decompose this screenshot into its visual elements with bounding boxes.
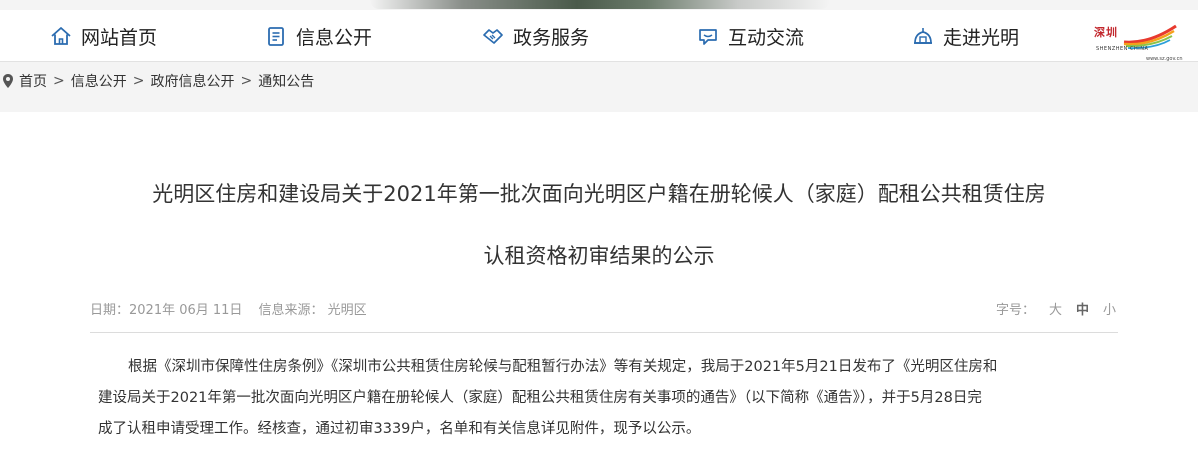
- nav-item-home[interactable]: 网站首页: [50, 22, 157, 50]
- article-title-line2: 认租资格初审结果的公示: [483, 244, 715, 268]
- article-panel: 光明区住房和建设局关于2021年第一批次面向光明区户籍在册轮候人（家庭）配租公共…: [0, 112, 1198, 452]
- breadcrumb-separator: >: [240, 73, 253, 89]
- font-size-label: 字号：: [995, 303, 1035, 318]
- nav-label: 网站首页: [81, 26, 158, 49]
- meta-divider: [90, 332, 1118, 333]
- nav-item-info[interactable]: 信息公开: [265, 22, 372, 50]
- body-paragraph-line: 成了认租申请受理工作。经核查，通过初审3339户，名单和有关信息详见附件，现予以…: [98, 421, 701, 437]
- nav-item-about[interactable]: 走进光明: [912, 22, 1019, 50]
- article-body: 根据《深圳市保障性住房条例》《深圳市公共租赁住房轮候与配租暂行办法》等有关规定，…: [98, 352, 1098, 445]
- nav-item-services[interactable]: 政务服务: [482, 22, 589, 50]
- body-paragraph-line: 建设局关于2021年第一批次面向光明区户籍在册轮候人（家庭）配租公共租赁住房有关…: [98, 390, 982, 406]
- breadcrumb-gov-info[interactable]: 政府信息公开: [150, 71, 234, 91]
- nav-label: 信息公开: [296, 26, 373, 49]
- meta-left: 日期：2021年 06月 11日 信息来源： 光明区: [90, 299, 367, 318]
- breadcrumb-separator: >: [53, 73, 65, 89]
- nav-label: 互动交流: [728, 26, 805, 49]
- top-banner: [0, 0, 1198, 10]
- breadcrumb-separator: >: [132, 73, 145, 89]
- nav-label: 政务服务: [513, 26, 590, 49]
- document-icon: [265, 25, 287, 47]
- nav-item-interaction[interactable]: 互动交流: [697, 22, 804, 50]
- article-title-line1: 光明区住房和建设局关于2021年第一批次面向光明区户籍在册轮候人（家庭）配租公共…: [152, 182, 1046, 206]
- logo-tagline: SHENZHEN CHINA: [1096, 46, 1149, 52]
- breadcrumb: 首页 > 信息公开 > 政府信息公开 > 通知公告: [0, 62, 1198, 100]
- shenzhen-logo[interactable]: 深圳 SHENZHEN CHINA www.sz.gov.cn: [1094, 22, 1183, 64]
- article-date: 日期：2021年 06月 11日: [90, 303, 243, 318]
- home-icon: [50, 25, 72, 47]
- main-nav: 网站首页 信息公开 政务服务 互动交流 走进光明 深圳 SHENZHEN CHI: [0, 10, 1198, 62]
- font-size-large-button[interactable]: 大: [1049, 303, 1062, 318]
- breadcrumb-notices[interactable]: 通知公告: [258, 71, 314, 91]
- location-pin-icon: [2, 73, 14, 89]
- handshake-icon: [482, 25, 504, 47]
- font-size-small-button[interactable]: 小: [1103, 303, 1116, 318]
- breadcrumb-home[interactable]: 首页: [19, 71, 47, 91]
- font-size-medium-button[interactable]: 中: [1076, 303, 1089, 318]
- breadcrumb-info-public[interactable]: 信息公开: [71, 71, 127, 91]
- banner-image-strip: [370, 0, 830, 9]
- nav-label: 走进光明: [943, 26, 1020, 49]
- article-source: 信息来源： 光明区: [258, 303, 367, 318]
- body-paragraph-line: 根据《深圳市保障性住房条例》《深圳市公共租赁住房轮候与配租暂行办法》等有关规定，…: [128, 359, 998, 375]
- building-icon: [912, 25, 934, 47]
- logo-brand-text: 深圳: [1094, 26, 1118, 39]
- font-size-switcher: 字号： 大中小: [996, 299, 1116, 318]
- chat-icon: [697, 25, 719, 47]
- article-meta: 日期：2021年 06月 11日 信息来源： 光明区 字号： 大中小: [90, 299, 1120, 319]
